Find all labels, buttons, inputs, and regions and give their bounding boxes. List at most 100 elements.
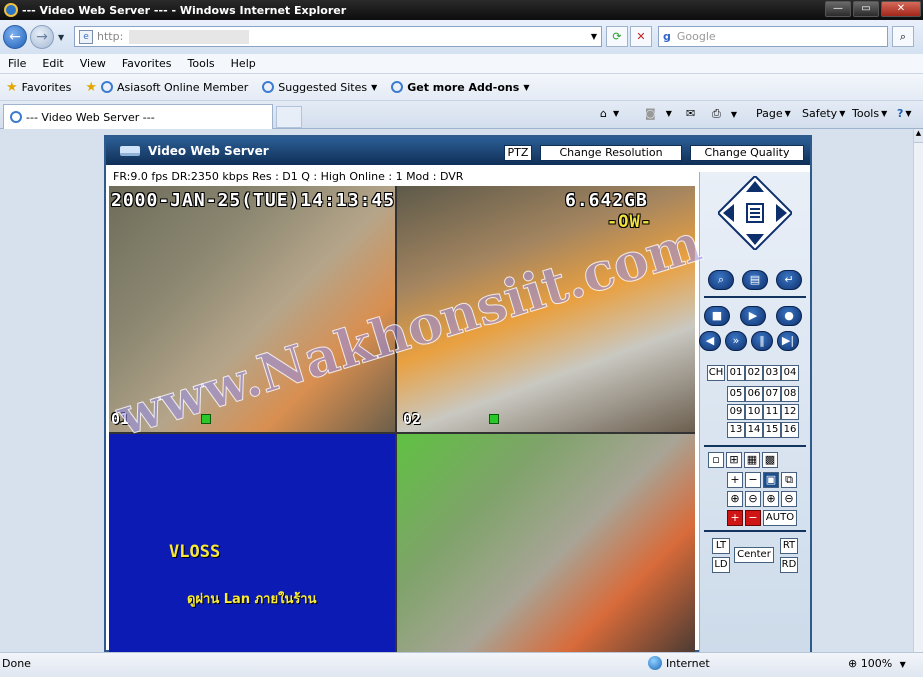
change-resolution-button[interactable]: Change Resolution xyxy=(540,145,682,161)
rewind-icon[interactable]: ◀ xyxy=(699,331,721,351)
scroll-up-arrow[interactable]: ▲ xyxy=(914,129,923,143)
channel-02[interactable]: 02 xyxy=(745,365,763,381)
tools-menu[interactable]: Tools ▼ xyxy=(852,107,887,120)
camera-4-view[interactable] xyxy=(397,434,695,652)
menu-tools[interactable]: Tools xyxy=(180,57,223,70)
video-grid: 01 02 6.642GB -OW- VLOSS ดูผ่าน Lan ภายใ… xyxy=(109,186,695,652)
focus-near-icon[interactable]: ⊕ xyxy=(727,491,743,507)
channel-01[interactable]: 01 xyxy=(727,365,745,381)
search-icon[interactable]: ⌕ xyxy=(708,270,734,290)
fav-addons[interactable]: Get more Add-ons ▼ xyxy=(391,81,529,94)
zoom-in-icon[interactable]: ⊕ xyxy=(763,491,779,507)
channel-04[interactable]: 04 xyxy=(781,365,799,381)
minus-icon[interactable]: − xyxy=(745,472,761,488)
refresh-button[interactable]: ⟳ xyxy=(606,26,628,47)
return-icon[interactable]: ↵ xyxy=(776,270,802,290)
menu-edit[interactable]: Edit xyxy=(34,57,71,70)
focus-far-icon[interactable]: ⊖ xyxy=(745,491,761,507)
vertical-scrollbar[interactable]: ▲ xyxy=(913,129,923,652)
forward-button[interactable]: → xyxy=(30,25,54,49)
record-icon[interactable]: ● xyxy=(776,306,802,326)
fav-suggested-sites[interactable]: Suggested Sites ▼ xyxy=(262,81,377,94)
channel-07[interactable]: 07 xyxy=(763,386,781,402)
window-title: --- Video Web Server --- - Windows Inter… xyxy=(22,3,347,17)
chevron-down-icon[interactable]: ▼ xyxy=(591,32,597,41)
camera-1-number: 01 xyxy=(111,410,130,428)
tab-video-web-server[interactable]: --- Video Web Server --- xyxy=(3,104,273,129)
zoom-icon: ⊕ xyxy=(848,657,861,670)
feeds-button[interactable]: ◙ ▼ xyxy=(645,107,672,120)
restore-icon[interactable]: ⧉ xyxy=(781,472,797,488)
iris-open-icon[interactable]: + xyxy=(727,510,743,526)
stop-icon[interactable]: ■ xyxy=(704,306,730,326)
page-menu[interactable]: Page ▼ xyxy=(756,107,791,120)
page-menu-label: Page xyxy=(756,107,783,120)
channel-14[interactable]: 14 xyxy=(745,422,763,438)
plus-icon[interactable]: + xyxy=(727,472,743,488)
layout-nine-icon[interactable]: ▦ xyxy=(744,452,760,468)
address-input[interactable]: e http: ▼ xyxy=(74,26,602,47)
menu-view[interactable]: View xyxy=(72,57,114,70)
search-button[interactable]: ⌕ xyxy=(892,26,914,47)
camera-2-view[interactable]: 02 6.642GB -OW- xyxy=(397,186,695,432)
step-forward-icon[interactable]: ▶| xyxy=(777,331,799,351)
channel-16[interactable]: 16 xyxy=(781,422,799,438)
menu-favorites[interactable]: Favorites xyxy=(114,57,180,70)
camera-1-view[interactable]: 01 xyxy=(109,186,395,432)
iris-close-icon[interactable]: − xyxy=(745,510,761,526)
zoom-control[interactable]: ⊕ 100% ▼ xyxy=(848,657,906,670)
layout-single-icon[interactable]: ▫ xyxy=(708,452,724,468)
maximize-button[interactable]: ▭ xyxy=(853,1,879,17)
search-input[interactable]: g Google xyxy=(658,26,888,47)
close-window-button[interactable]: ✕ xyxy=(881,1,921,17)
ptz-left-down-button[interactable]: LD xyxy=(712,557,730,573)
auto-button[interactable]: AUTO xyxy=(763,510,797,526)
ptz-direction-pad[interactable] xyxy=(718,176,792,250)
ptz-left-top-button[interactable]: LT xyxy=(712,538,730,554)
channel-10[interactable]: 10 xyxy=(745,404,763,420)
recent-pages-dropdown[interactable]: ▼ xyxy=(58,33,64,42)
new-tab-button[interactable] xyxy=(276,106,302,128)
playback-list-icon[interactable]: ▤ xyxy=(742,270,768,290)
back-button[interactable]: ← xyxy=(3,25,27,49)
pause-icon[interactable]: ‖ xyxy=(751,331,773,351)
layout-quad-icon[interactable]: ⊞ xyxy=(726,452,742,468)
channel-09[interactable]: 09 xyxy=(727,404,745,420)
play-icon[interactable]: ▶ xyxy=(740,306,766,326)
change-quality-button[interactable]: Change Quality xyxy=(690,145,804,161)
channel-15[interactable]: 15 xyxy=(763,422,781,438)
print-button[interactable]: ⎙ ▼ xyxy=(712,107,737,121)
fast-forward-icon[interactable]: » xyxy=(725,331,747,351)
channel-11[interactable]: 11 xyxy=(763,404,781,420)
channel-03[interactable]: 03 xyxy=(763,365,781,381)
help-button[interactable]: ? ▼ xyxy=(897,107,912,120)
favorites-button[interactable]: ★ Favorites xyxy=(0,80,71,95)
safety-menu-label: Safety xyxy=(802,107,838,120)
divider xyxy=(704,530,806,532)
fav-asiasoft[interactable]: ★ Asiasoft Online Member xyxy=(85,80,248,95)
address-redacted xyxy=(129,29,250,44)
layout-sixteen-icon[interactable]: ▩ xyxy=(762,452,778,468)
channel-13[interactable]: 13 xyxy=(727,422,745,438)
stop-button[interactable]: ✕ xyxy=(630,26,652,47)
menu-file[interactable]: File xyxy=(0,57,34,70)
camera-3-view[interactable]: VLOSS ดูผ่าน Lan ภายในร้าน xyxy=(109,434,395,652)
home-button[interactable]: ⌂ ▼ xyxy=(600,107,619,120)
channel-06[interactable]: 06 xyxy=(745,386,763,402)
zoom-out-icon[interactable]: ⊖ xyxy=(781,491,797,507)
safety-menu[interactable]: Safety ▼ xyxy=(802,107,845,120)
ptz-button[interactable]: PTZ xyxy=(504,145,532,161)
fav-asiasoft-label: Asiasoft Online Member xyxy=(117,80,249,94)
mail-button[interactable]: ✉ xyxy=(686,107,695,120)
tab-bar: --- Video Web Server --- ⌂ ▼ ◙ ▼ ✉ ⎙ ▼ Page… xyxy=(0,101,923,129)
channel-08[interactable]: 08 xyxy=(781,386,799,402)
ptz-center-button[interactable]: Center xyxy=(734,547,774,563)
menu-help[interactable]: Help xyxy=(223,57,264,70)
security-zone[interactable]: Internet xyxy=(648,656,710,670)
fullscreen-icon[interactable]: ▣ xyxy=(763,472,779,488)
ptz-right-down-button[interactable]: RD xyxy=(780,557,798,573)
channel-05[interactable]: 05 xyxy=(727,386,745,402)
ptz-right-top-button[interactable]: RT xyxy=(780,538,798,554)
channel-12[interactable]: 12 xyxy=(781,404,799,420)
minimize-button[interactable]: — xyxy=(825,1,851,17)
